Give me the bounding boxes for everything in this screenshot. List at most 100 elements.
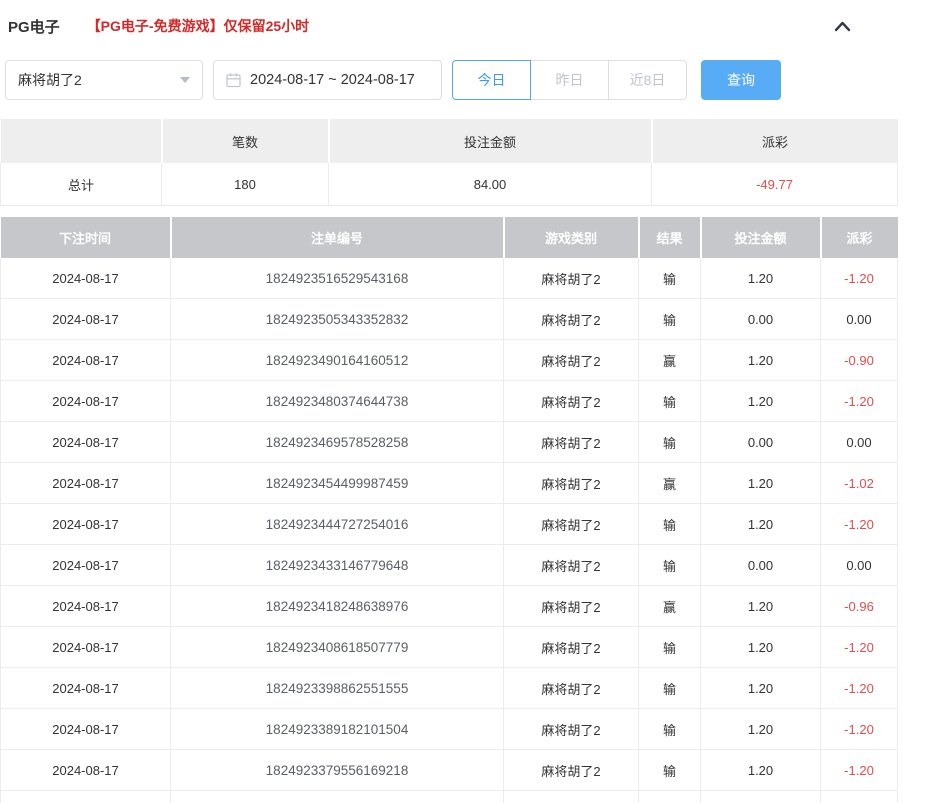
chevron-down-icon bbox=[180, 77, 190, 83]
payout-cell: -1.20 bbox=[821, 627, 898, 668]
payout-cell bbox=[821, 791, 898, 803]
bet-amount-cell: 1.20 bbox=[701, 258, 821, 299]
order-id-cell: 1824923516529543168 bbox=[171, 258, 504, 299]
summary-total-label: 总计 bbox=[1, 163, 162, 206]
game-type-cell: 麻将胡了2 bbox=[504, 463, 639, 504]
bet-time-cell: 2024-08-17 bbox=[1, 463, 171, 504]
bet-time-cell: 2024-08-17 bbox=[1, 750, 171, 791]
detail-header-game-type: 游戏类别 bbox=[504, 217, 639, 258]
order-id-cell: 1824923408618507779 bbox=[171, 627, 504, 668]
result-cell: 输 bbox=[639, 422, 701, 463]
table-row: 2024-08-171824923379556169218麻将胡了2输1.20-… bbox=[1, 750, 898, 791]
result-cell: 输 bbox=[639, 258, 701, 299]
bet-time-cell: 2024-08-17 bbox=[1, 627, 171, 668]
result-cell: 赢 bbox=[639, 586, 701, 627]
bet-amount-cell: 0.00 bbox=[701, 422, 821, 463]
order-id-cell: 1824923454499987459 bbox=[171, 463, 504, 504]
game-select-value: 麻将胡了2 bbox=[18, 70, 82, 90]
table-row: 2024-08-171824923505343352832麻将胡了2输0.000… bbox=[1, 299, 898, 340]
payout-cell: -1.20 bbox=[821, 258, 898, 299]
game-type-cell: 麻将胡了2 bbox=[504, 258, 639, 299]
table-row: 2024-08-171824923454499987459麻将胡了2赢1.20-… bbox=[1, 463, 898, 504]
order-id-cell: 1824923480374644738 bbox=[171, 381, 504, 422]
bet-time-cell: 2024-08-17 bbox=[1, 258, 171, 299]
bet-amount-cell: 1.20 bbox=[701, 463, 821, 504]
order-id-cell: 1824923389182101504 bbox=[171, 709, 504, 750]
game-type-cell: 麻将胡了2 bbox=[504, 422, 639, 463]
today-button[interactable]: 今日 bbox=[452, 60, 531, 100]
summary-bet-amount-value: 84.00 bbox=[329, 163, 652, 206]
bet-time-cell bbox=[1, 791, 171, 803]
result-cell bbox=[639, 791, 701, 803]
result-cell: 输 bbox=[639, 627, 701, 668]
bet-amount-cell: 1.20 bbox=[701, 750, 821, 791]
summary-header-row: 笔数 投注金额 派彩 bbox=[1, 119, 898, 163]
quick-range-group: 今日 昨日 近8日 bbox=[452, 60, 687, 100]
table-row: 2024-08-171824923480374644738麻将胡了2输1.20-… bbox=[1, 381, 898, 422]
payout-cell: -1.20 bbox=[821, 668, 898, 709]
payout-cell: -1.20 bbox=[821, 750, 898, 791]
result-cell: 输 bbox=[639, 668, 701, 709]
filter-bar: 麻将胡了2 2024-08-17 ~ 2024-08-17 今日 昨日 近8日 … bbox=[0, 59, 897, 101]
collapse-panel-button[interactable] bbox=[834, 21, 851, 32]
bet-time-cell: 2024-08-17 bbox=[1, 504, 171, 545]
bet-time-cell: 2024-08-17 bbox=[1, 340, 171, 381]
game-type-cell: 麻将胡了2 bbox=[504, 299, 639, 340]
table-row-partial bbox=[1, 791, 898, 803]
summary-header-bet-amount: 投注金额 bbox=[329, 119, 652, 163]
detail-header-payout: 派彩 bbox=[821, 217, 898, 258]
bet-amount-cell: 1.20 bbox=[701, 340, 821, 381]
summary-header-payout: 派彩 bbox=[652, 119, 898, 163]
chevron-up-icon bbox=[834, 21, 851, 32]
result-cell: 赢 bbox=[639, 340, 701, 381]
payout-cell: -1.02 bbox=[821, 463, 898, 504]
bet-time-cell: 2024-08-17 bbox=[1, 422, 171, 463]
payout-cell: -1.20 bbox=[821, 504, 898, 545]
pg-records-panel: PG电子 【PG电子-免费游戏】仅保留25小时 麻将胡了2 bbox=[0, 0, 934, 747]
bet-amount-cell: 1.20 bbox=[701, 627, 821, 668]
bet-amount-cell: 1.20 bbox=[701, 709, 821, 750]
table-row: 2024-08-171824923389182101504麻将胡了2输1.20-… bbox=[1, 709, 898, 750]
order-id-cell: 1824923379556169218 bbox=[171, 750, 504, 791]
date-range-value: 2024-08-17 ~ 2024-08-17 bbox=[250, 72, 415, 88]
game-select[interactable]: 麻将胡了2 bbox=[5, 60, 203, 100]
last-8-days-button[interactable]: 近8日 bbox=[608, 60, 687, 100]
panel-header: PG电子 【PG电子-免费游戏】仅保留25小时 bbox=[0, 0, 897, 38]
summary-count-value: 180 bbox=[162, 163, 329, 206]
result-cell: 输 bbox=[639, 381, 701, 422]
game-type-cell: 麻将胡了2 bbox=[504, 340, 639, 381]
bet-amount-cell: 1.20 bbox=[701, 504, 821, 545]
order-id-cell: 1824923505343352832 bbox=[171, 299, 504, 340]
detail-header-order-id: 注单编号 bbox=[171, 217, 504, 258]
yesterday-button[interactable]: 昨日 bbox=[530, 60, 609, 100]
order-id-cell bbox=[171, 791, 504, 803]
game-type-cell: 麻将胡了2 bbox=[504, 668, 639, 709]
detail-header-result: 结果 bbox=[639, 217, 701, 258]
vendor-title: PG电子 bbox=[8, 16, 60, 37]
table-row: 2024-08-171824923408618507779麻将胡了2输1.20-… bbox=[1, 627, 898, 668]
summary-total-row: 总计 180 84.00 -49.77 bbox=[1, 163, 898, 206]
bet-time-cell: 2024-08-17 bbox=[1, 709, 171, 750]
bet-amount-cell: 0.00 bbox=[701, 545, 821, 586]
payout-cell: -0.90 bbox=[821, 340, 898, 381]
bet-time-cell: 2024-08-17 bbox=[1, 545, 171, 586]
table-row: 2024-08-171824923490164160512麻将胡了2赢1.20-… bbox=[1, 340, 898, 381]
result-cell: 输 bbox=[639, 750, 701, 791]
table-row: 2024-08-171824923418248638976麻将胡了2赢1.20-… bbox=[1, 586, 898, 627]
detail-table-body: 2024-08-171824923516529543168麻将胡了2输1.20-… bbox=[1, 258, 898, 803]
game-type-cell: 麻将胡了2 bbox=[504, 545, 639, 586]
bet-amount-cell: 1.20 bbox=[701, 668, 821, 709]
game-type-cell: 麻将胡了2 bbox=[504, 381, 639, 422]
query-button[interactable]: 查询 bbox=[701, 60, 781, 100]
order-id-cell: 1824923433146779648 bbox=[171, 545, 504, 586]
order-id-cell: 1824923418248638976 bbox=[171, 586, 504, 627]
bet-amount-cell bbox=[701, 791, 821, 803]
date-range-input[interactable]: 2024-08-17 ~ 2024-08-17 bbox=[213, 60, 442, 100]
summary-payout-value: -49.77 bbox=[652, 163, 898, 206]
order-id-cell: 1824923490164160512 bbox=[171, 340, 504, 381]
bet-records-table: 下注时间 注单编号 游戏类别 结果 投注金额 派彩 2024-08-171824… bbox=[0, 217, 898, 803]
bet-amount-cell: 1.20 bbox=[701, 381, 821, 422]
detail-header-bet-amount: 投注金额 bbox=[701, 217, 821, 258]
bet-time-cell: 2024-08-17 bbox=[1, 299, 171, 340]
summary-header-count: 笔数 bbox=[162, 119, 329, 163]
